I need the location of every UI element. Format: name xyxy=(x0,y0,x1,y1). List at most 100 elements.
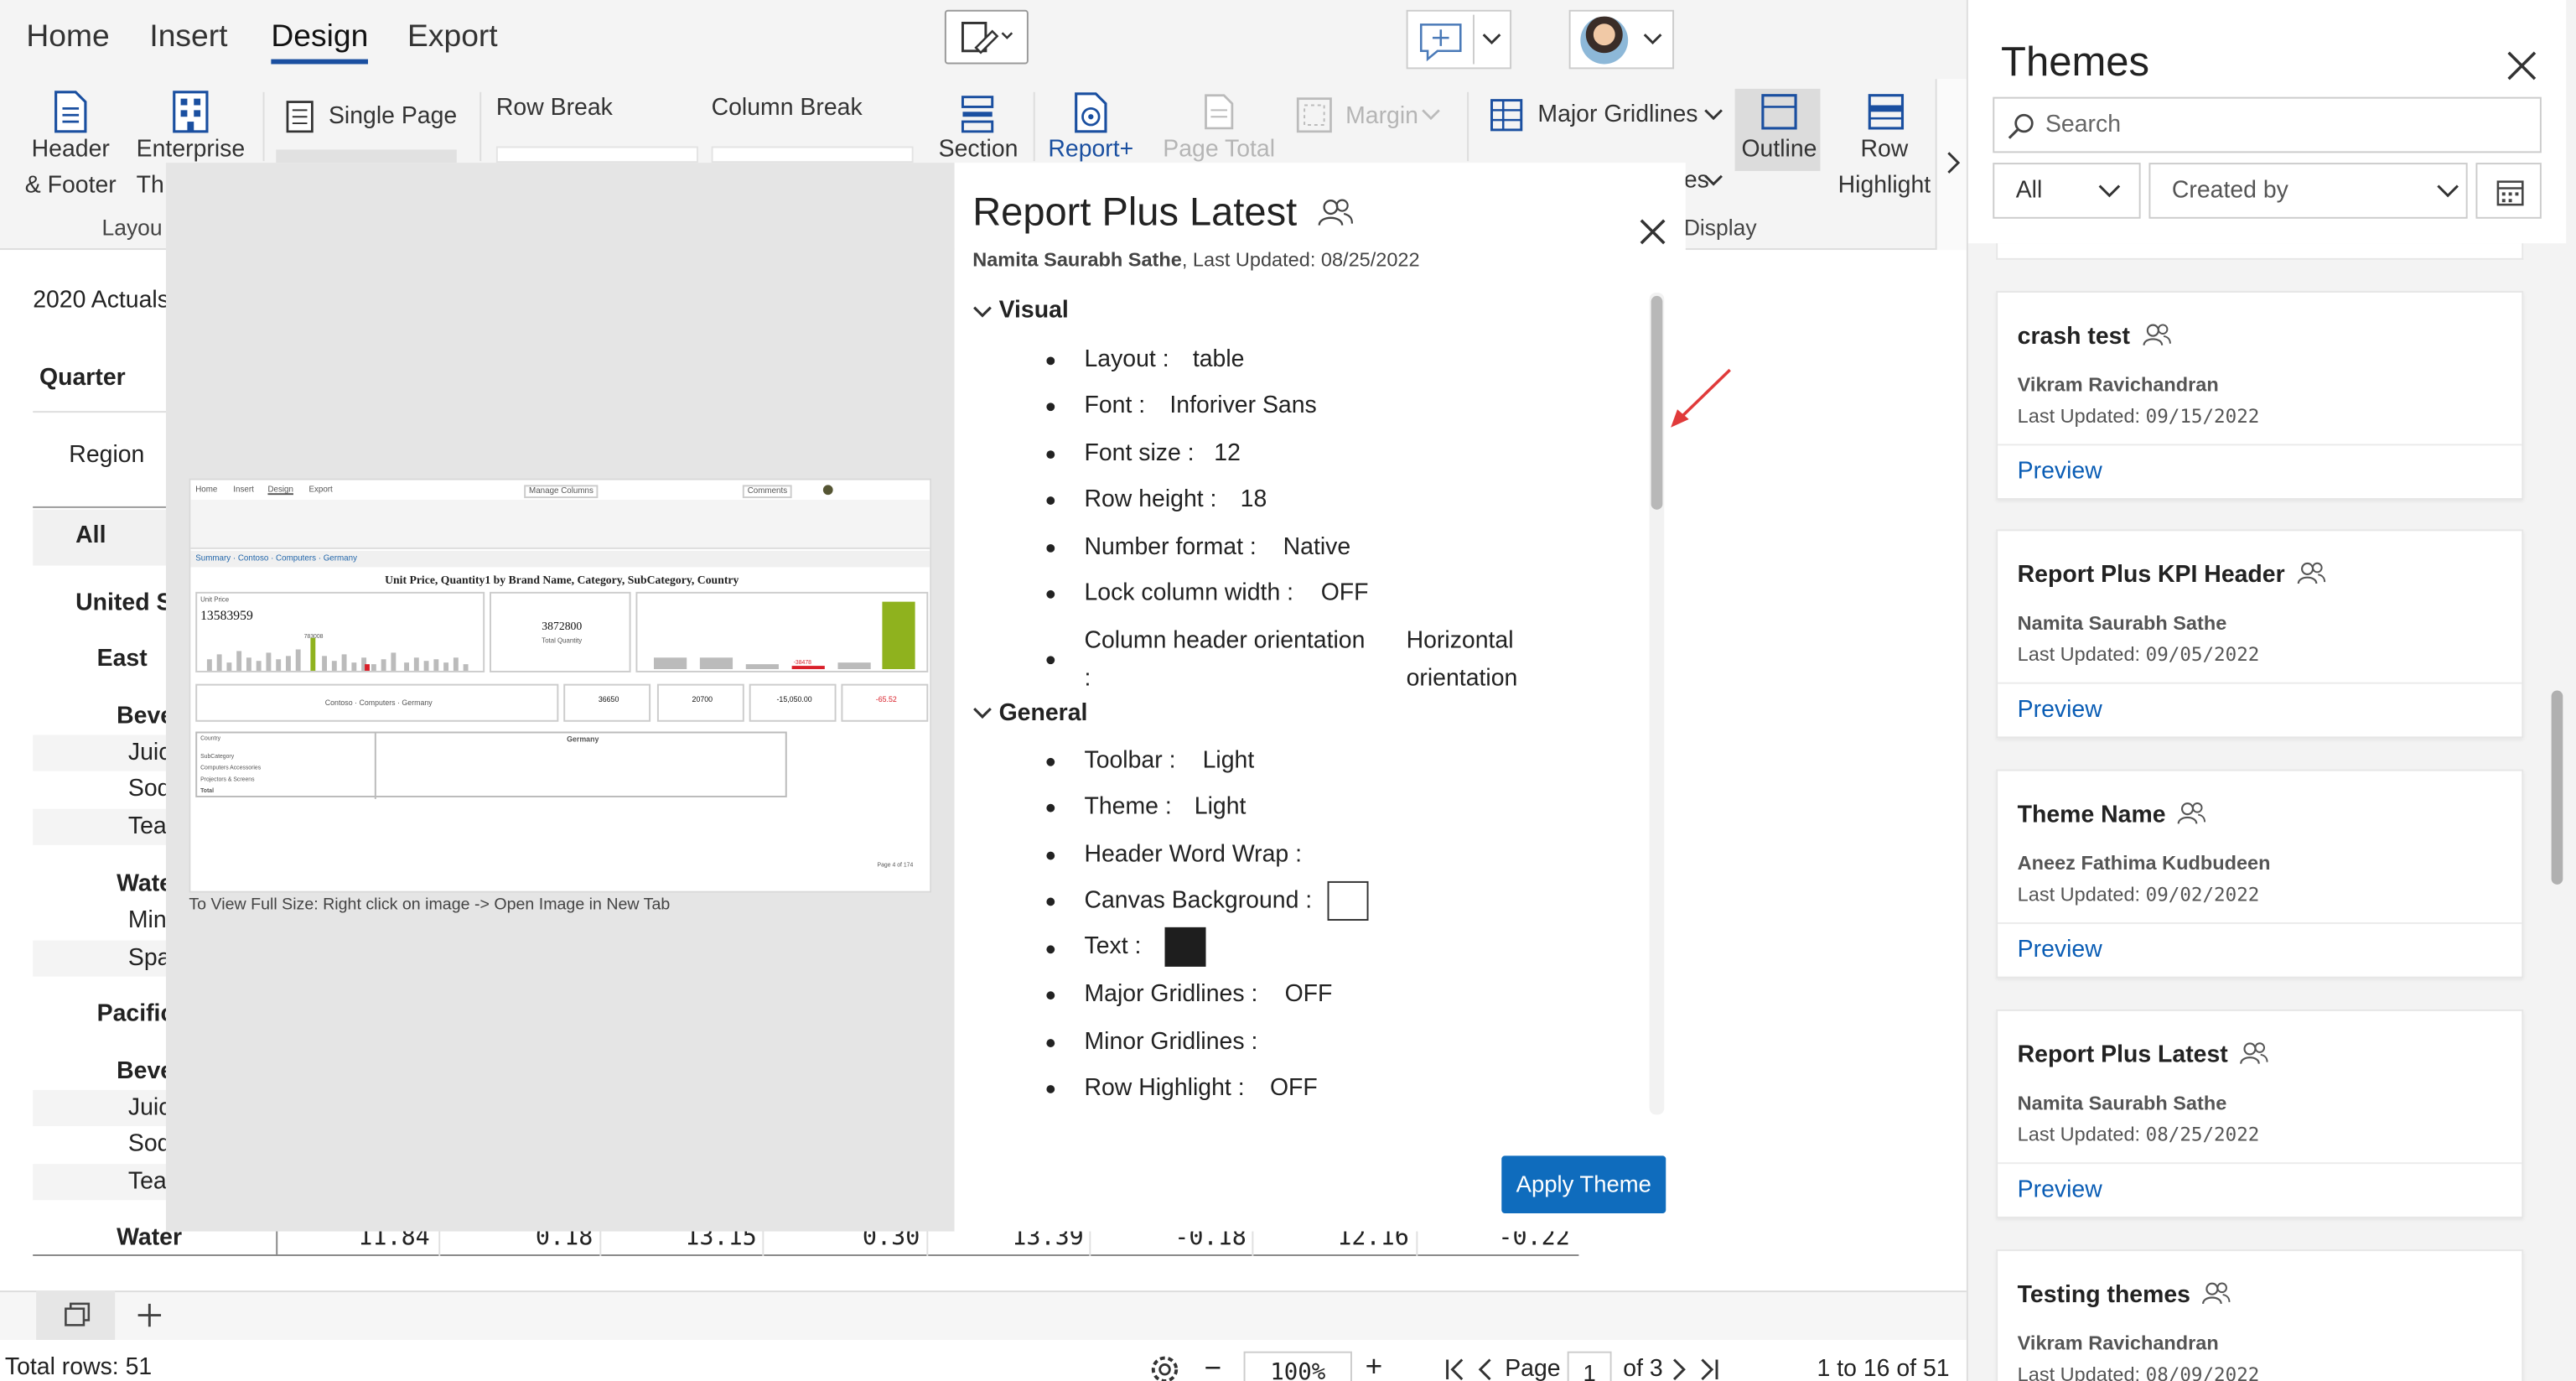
row-mineral[interactable]: Min xyxy=(128,907,167,933)
theme-card[interactable]: Testing themes Vikram Ravichandran Last … xyxy=(1996,1249,2524,1381)
edit-layout-button[interactable] xyxy=(944,9,1029,65)
close-icon[interactable] xyxy=(2504,48,2540,84)
preview-link[interactable]: Preview xyxy=(2018,459,2102,485)
prop-row-highlight-value: OFF xyxy=(1269,1075,1318,1102)
theme-card-author: Namita Saurabh Sathe xyxy=(2017,1091,2227,1115)
preview-link[interactable]: Preview xyxy=(2018,937,2102,963)
theme-card[interactable]: Report Plus KPI Header Namita Saurabh Sa… xyxy=(1996,529,2524,739)
theme-card-date-label: Last Updated: xyxy=(2017,404,2146,428)
mini-bar-chart xyxy=(206,637,469,671)
row-highlight-icon xyxy=(1868,94,1905,130)
theme-card[interactable]: Report Plus Latest Namita Saurabh Sathe … xyxy=(1996,1009,2524,1218)
row-water-east[interactable]: Wate xyxy=(117,871,173,897)
bullet xyxy=(1046,402,1055,412)
row-pacific[interactable]: Pacific xyxy=(97,1001,174,1027)
row-break-dropdown[interactable] xyxy=(495,146,698,164)
theme-card-name: crash test xyxy=(2018,322,2171,350)
chevron-down-icon[interactable] xyxy=(972,705,993,722)
prop-number-format-value: Native xyxy=(1283,534,1351,561)
pages-tab[interactable] xyxy=(36,1290,116,1340)
single-page-button[interactable]: Single Page xyxy=(329,99,457,135)
all-row xyxy=(33,509,181,566)
prop-lock-width-key: Lock column width : xyxy=(1084,580,1294,607)
major-gridlines-button[interactable]: Major Gridlines xyxy=(1537,97,1697,133)
preview-link[interactable]: Preview xyxy=(2018,697,2102,723)
settings-icon[interactable] xyxy=(1147,1352,1183,1381)
header-footer-button[interactable]: Header & Footer xyxy=(20,132,122,204)
row-beverages-1[interactable]: Beve xyxy=(117,703,174,729)
theme-card-date-value: 09/02/2022 xyxy=(2145,882,2260,906)
row-highlight-button[interactable]: Row Highlight xyxy=(1830,132,1938,204)
next-page-icon[interactable] xyxy=(1671,1358,1687,1381)
mini-tab: Home xyxy=(195,485,218,496)
avatar xyxy=(1580,16,1629,65)
prop-orientation-colon: : xyxy=(1084,666,1091,693)
detail-scrollbar[interactable] xyxy=(1651,295,1663,510)
calendar-button[interactable] xyxy=(2475,163,2542,219)
filter-all-select[interactable]: All xyxy=(1993,163,2141,219)
tab-design[interactable]: Design xyxy=(271,20,369,65)
theme-card-name-text: Testing themes xyxy=(2017,1282,2190,1309)
mini-table: Country Germany SubCategory Computers Ac… xyxy=(195,731,787,799)
add-page-icon[interactable] xyxy=(135,1301,164,1330)
row-break-label: Row Break xyxy=(495,95,613,122)
theme-card-date-value: 08/25/2022 xyxy=(2145,1123,2260,1146)
margin-button[interactable]: Margin xyxy=(1345,99,1418,135)
last-page-icon[interactable] xyxy=(1697,1358,1719,1381)
page-label: Page xyxy=(1505,1356,1561,1381)
row-beverages-2[interactable]: Beve xyxy=(117,1059,174,1085)
row-east[interactable]: East xyxy=(97,646,148,672)
zoom-field[interactable]: 100% xyxy=(1243,1351,1352,1381)
mini-table-country: Germany xyxy=(567,735,599,744)
tab-home[interactable]: Home xyxy=(26,20,109,56)
ribbon-scroll-right[interactable] xyxy=(1935,79,1968,251)
page-field[interactable]: 1 xyxy=(1567,1351,1612,1381)
user-menu[interactable] xyxy=(1568,9,1675,70)
tab-insert[interactable]: Insert xyxy=(149,20,227,56)
tab-export[interactable]: Export xyxy=(407,20,498,56)
row-tea-2[interactable]: Tea xyxy=(128,1169,167,1195)
row-all[interactable]: All xyxy=(75,523,106,549)
prop-minor-gridlines-key: Minor Gridlines : xyxy=(1084,1029,1258,1056)
row-juices-1[interactable]: Juic xyxy=(128,740,171,766)
general-section-header[interactable]: General xyxy=(999,700,1088,726)
theme-card[interactable]: crash test Vikram Ravichandran Last Upda… xyxy=(1996,291,2524,501)
theme-card-name: Theme Name xyxy=(2018,801,2207,828)
column-break-dropdown[interactable] xyxy=(711,146,914,164)
zoom-in-button[interactable]: + xyxy=(1366,1350,1383,1381)
theme-card[interactable]: Theme Name Aneez Fathima Kudbudeen Last … xyxy=(1996,769,2524,979)
gridlines-icon xyxy=(1490,99,1523,132)
search-box[interactable]: Search xyxy=(1993,96,2542,153)
filter-created-value: Created by xyxy=(2171,177,2288,205)
filter-created-by-select[interactable]: Created by xyxy=(2148,163,2468,219)
row-tea-1[interactable]: Tea xyxy=(128,814,167,840)
preview-image[interactable]: Home Insert Design Export Manage Columns… xyxy=(189,478,932,893)
mini-table-row: Total xyxy=(200,787,214,795)
row-united-states[interactable]: United St xyxy=(75,590,180,616)
search-icon xyxy=(2008,113,2034,139)
first-page-icon[interactable] xyxy=(1444,1358,1467,1381)
mini-kpi-strip: Contoso · Computers · Germany xyxy=(195,683,559,722)
preview-link[interactable]: Preview xyxy=(2018,1177,2102,1203)
mini-tab: Design xyxy=(267,485,293,496)
chevron-down-icon[interactable] xyxy=(972,304,993,321)
row-soda-1[interactable]: Sod xyxy=(128,776,171,802)
theme-card-date-label: Last Updated: xyxy=(2017,642,2146,667)
row-juices-2[interactable]: Juic xyxy=(128,1095,171,1121)
close-icon[interactable] xyxy=(1636,215,1669,248)
row-soda-2[interactable]: Sod xyxy=(128,1131,171,1157)
shared-users-icon xyxy=(2202,1282,2231,1305)
apply-theme-button[interactable]: Apply Theme xyxy=(1501,1155,1666,1214)
prop-major-gridlines-value: OFF xyxy=(1284,981,1333,1008)
visual-section-header[interactable]: Visual xyxy=(999,298,1069,324)
theme-card-author: Vikram Ravichandran xyxy=(2017,373,2219,397)
row-sparkling[interactable]: Spa xyxy=(128,945,171,971)
prop-orientation-key: Column header orientation xyxy=(1084,627,1366,655)
zoom-out-button[interactable]: − xyxy=(1205,1352,1222,1381)
prev-page-icon[interactable] xyxy=(1477,1358,1494,1381)
comment-button[interactable] xyxy=(1406,9,1512,70)
mini-strip-label: Contoso · Computers · Germany xyxy=(324,698,433,708)
prop-canvas-bg-key: Canvas Background : xyxy=(1084,887,1313,915)
group-label-layout: Layou xyxy=(101,215,163,241)
themes-scrollbar[interactable] xyxy=(2551,690,2563,885)
